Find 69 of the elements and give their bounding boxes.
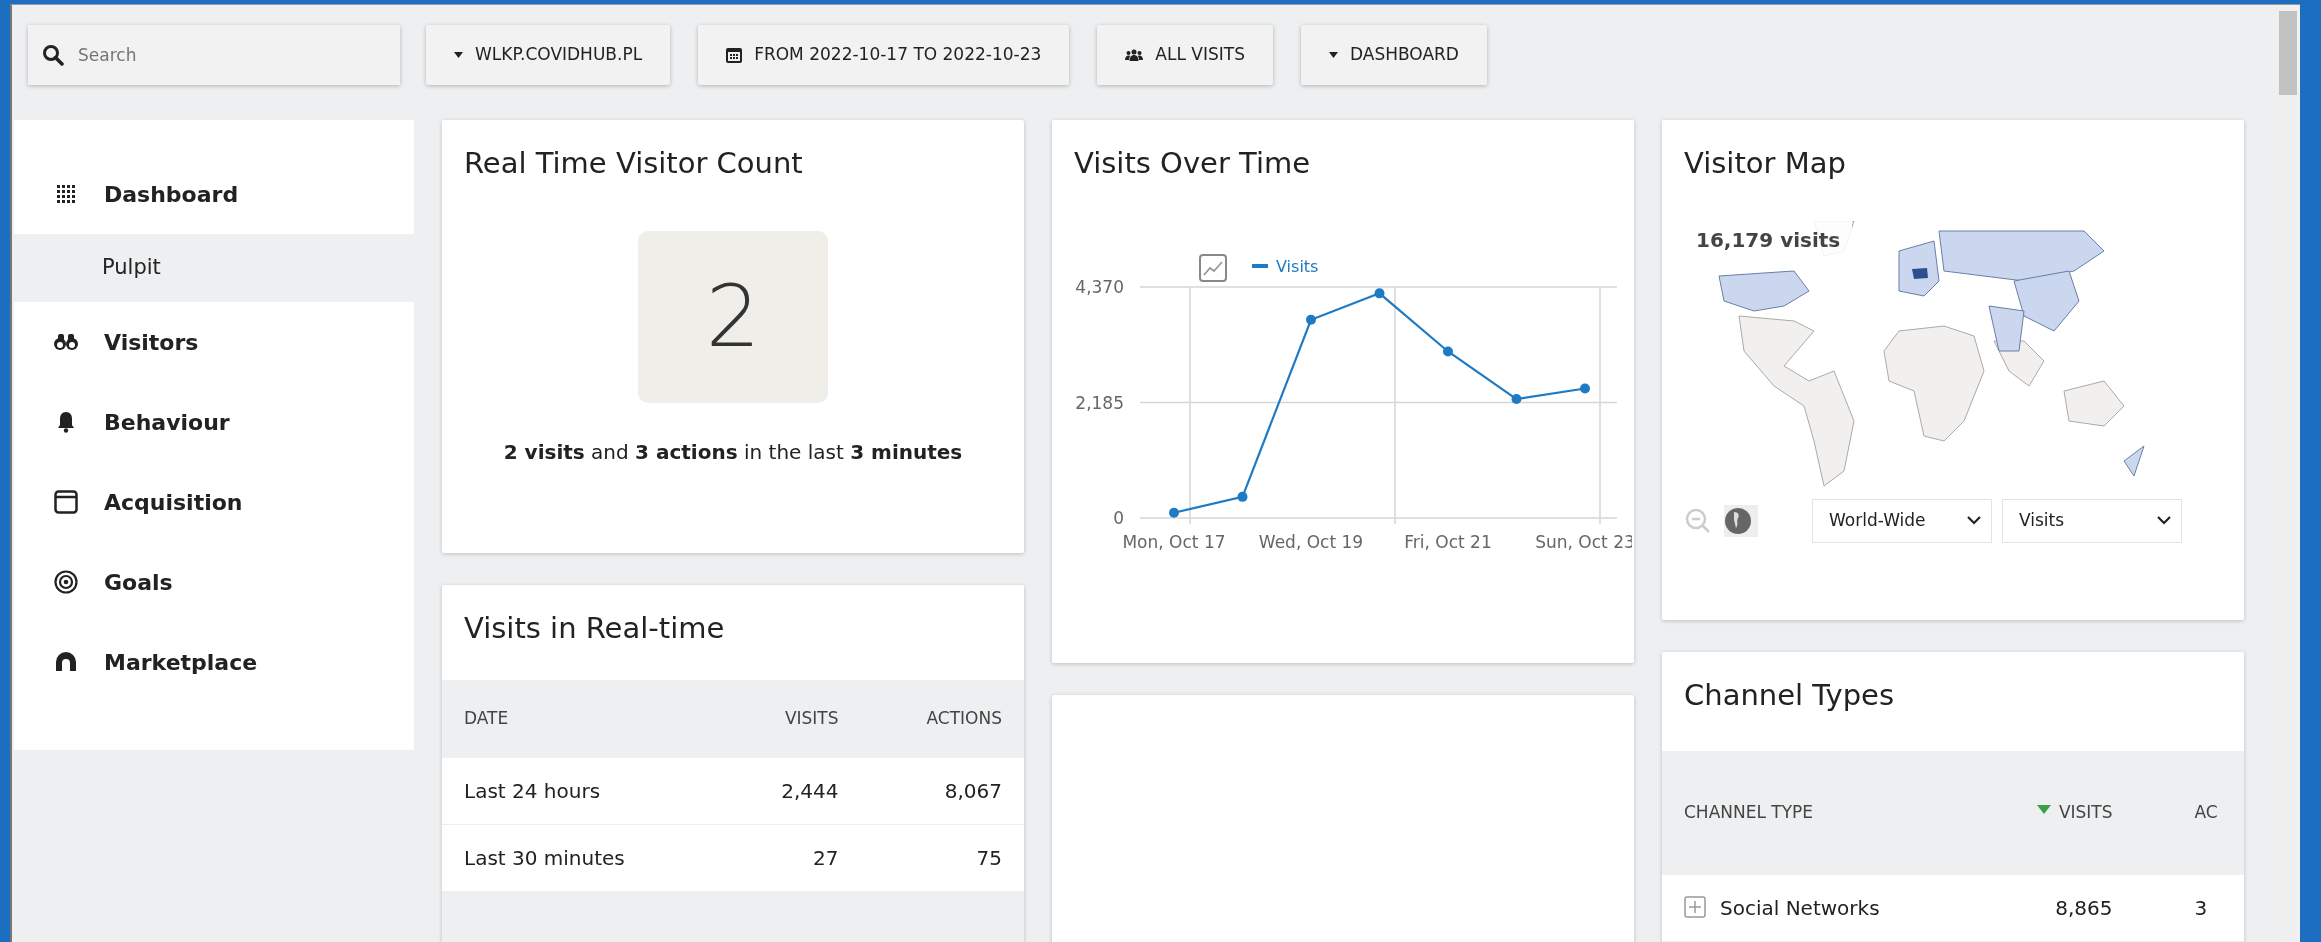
realtime-summary: 2 visits and 3 actions in the last 3 minutes <box>502 438 964 466</box>
table-cell: Last 24 hours <box>442 757 723 825</box>
data-point[interactable] <box>1443 346 1453 357</box>
card-title: Visits Over Time <box>1073 145 1312 181</box>
calendar-icon <box>726 47 743 63</box>
column-header[interactable]: VISITS <box>722 679 861 758</box>
target-icon <box>54 570 78 594</box>
bell-icon <box>57 411 75 433</box>
chevron-icon <box>1967 516 1981 526</box>
legend-item[interactable]: Visits <box>1252 256 1319 276</box>
axis-label: 4,370 <box>1075 276 1124 297</box>
column-header[interactable]: ACTIONS <box>860 679 1024 758</box>
table-cell: 8,865 <box>1977 874 2135 942</box>
axis-label: Fri, Oct 21 <box>1404 531 1492 552</box>
search-icon <box>42 44 64 66</box>
sidebar-subitem[interactable]: Pulpit <box>14 234 414 302</box>
card-title: Visitor Map <box>1683 145 1847 181</box>
sidebar-item[interactable]: Dashboard <box>14 154 414 234</box>
search-field[interactable]: Search <box>28 25 400 85</box>
table-cell: Social Networks <box>1662 874 1978 942</box>
select-field[interactable]: Visits <box>2002 498 2182 543</box>
table-cell: 8,067 <box>860 757 1024 825</box>
table-cell: 3 <box>2134 874 2244 942</box>
grid-icon <box>57 185 75 203</box>
highlighted-country[interactable] <box>1912 267 1928 279</box>
data-point[interactable] <box>1511 393 1522 404</box>
card-title: Visits in Real-time <box>463 610 726 646</box>
users-icon <box>1125 49 1144 61</box>
binoculars-icon <box>54 333 78 351</box>
data-point[interactable] <box>1169 507 1179 518</box>
table-cell: 75 <box>860 824 1024 892</box>
date-range-button[interactable]: FROM 2022-10-17 TO 2022-10-23 <box>698 25 1070 85</box>
data-point[interactable] <box>1374 288 1385 299</box>
axis-label: 2,185 <box>1075 392 1124 413</box>
sidebar-item[interactable]: Behaviour <box>14 382 414 462</box>
segment-button[interactable]: ALL VISITS <box>1097 25 1273 85</box>
column-header[interactable]: AC <box>2134 750 2244 875</box>
sidebar-item[interactable]: Goals <box>14 542 414 622</box>
data-point[interactable] <box>1237 491 1248 502</box>
sort-descending-icon <box>2036 805 2051 815</box>
axis-label: Mon, Oct 17 <box>1122 531 1226 552</box>
chart-type-icon[interactable] <box>1199 253 1227 282</box>
column-header[interactable]: CHANNEL TYPE <box>1662 750 1978 875</box>
axis-label: 0 <box>1113 507 1124 528</box>
scrollbar-thumb[interactable] <box>2279 11 2297 95</box>
column-header[interactable]: DATE <box>442 679 723 758</box>
caret-icon <box>1328 52 1338 58</box>
browser-window-icon <box>54 490 78 514</box>
table-cell: Last 30 minutes <box>442 824 723 892</box>
card-title: Channel Types <box>1683 677 1895 713</box>
data-point[interactable] <box>1306 314 1316 325</box>
dropdown-button[interactable]: WLKP.COVIDHUB.PL <box>426 25 671 85</box>
visitor-count: 2 <box>638 230 828 403</box>
globe-icon[interactable] <box>1724 504 1758 537</box>
table-cell: 2,444 <box>722 757 861 825</box>
select-field[interactable]: World-Wide <box>1812 498 1992 543</box>
table-cell: 27 <box>722 824 861 892</box>
data-point[interactable] <box>1580 383 1590 394</box>
sidebar-item[interactable]: Visitors <box>14 302 414 382</box>
caret-icon <box>454 52 463 58</box>
chevron-icon <box>2157 516 2171 526</box>
expand-icon[interactable] <box>1684 896 1706 919</box>
axis-label: Wed, Oct 19 <box>1258 531 1364 552</box>
legend-label: Visits <box>1276 256 1319 276</box>
sidebar-item[interactable]: Marketplace <box>14 622 414 702</box>
dropdown-button[interactable]: DASHBOARD <box>1300 25 1487 85</box>
column-header[interactable]: VISITS <box>1977 750 2135 875</box>
card-title: Real Time Visitor Count <box>463 145 804 181</box>
sidebar-item[interactable]: Acquisition <box>14 462 414 542</box>
